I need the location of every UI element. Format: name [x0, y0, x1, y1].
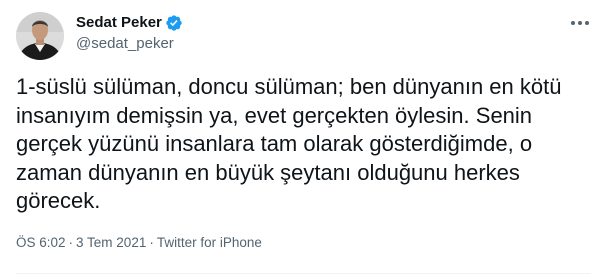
tweet-meta: ÖS 6:02 · 3 Tem 2021 · Twitter for iPhone — [16, 234, 262, 252]
meta-separator: · — [149, 235, 154, 250]
tweet-card: Sedat Peker @sedat_peker 1-süslü sülüman… — [0, 0, 607, 274]
tweet-time[interactable]: ÖS 6:02 — [16, 235, 66, 250]
author-handle[interactable]: @sedat_peker — [76, 34, 183, 54]
tweet-text-line: insanıyım demişsin ya, evet gerçekten öy… — [16, 102, 533, 128]
tweet-text-line: 1-süslü sülüman, doncu sülüman; ben düny… — [16, 74, 562, 99]
display-name[interactable]: Sedat Peker — [76, 13, 162, 33]
tweet-text: 1-süslü sülüman, doncu sülüman; ben düny… — [16, 73, 591, 216]
tweet-date[interactable]: 3 Tem 2021 — [76, 235, 146, 250]
verified-badge-icon — [165, 14, 183, 32]
meta-separator: · — [68, 235, 74, 250]
avatar-image — [16, 12, 64, 60]
tweet-text-line: zaman dünyanın en büyük şeytanı olduğunu… — [16, 159, 520, 185]
more-options-icon[interactable] — [569, 14, 591, 32]
tweet-text-line: gerçek yüzünü insanlara tam olarak göste… — [16, 131, 533, 156]
tweet-source[interactable]: Twitter for iPhone — [157, 235, 262, 250]
name-row: Sedat Peker — [76, 13, 183, 33]
author-block: Sedat Peker @sedat_peker — [76, 13, 183, 54]
tweet-text-line: görecek. — [16, 188, 101, 213]
avatar[interactable] — [16, 12, 64, 60]
